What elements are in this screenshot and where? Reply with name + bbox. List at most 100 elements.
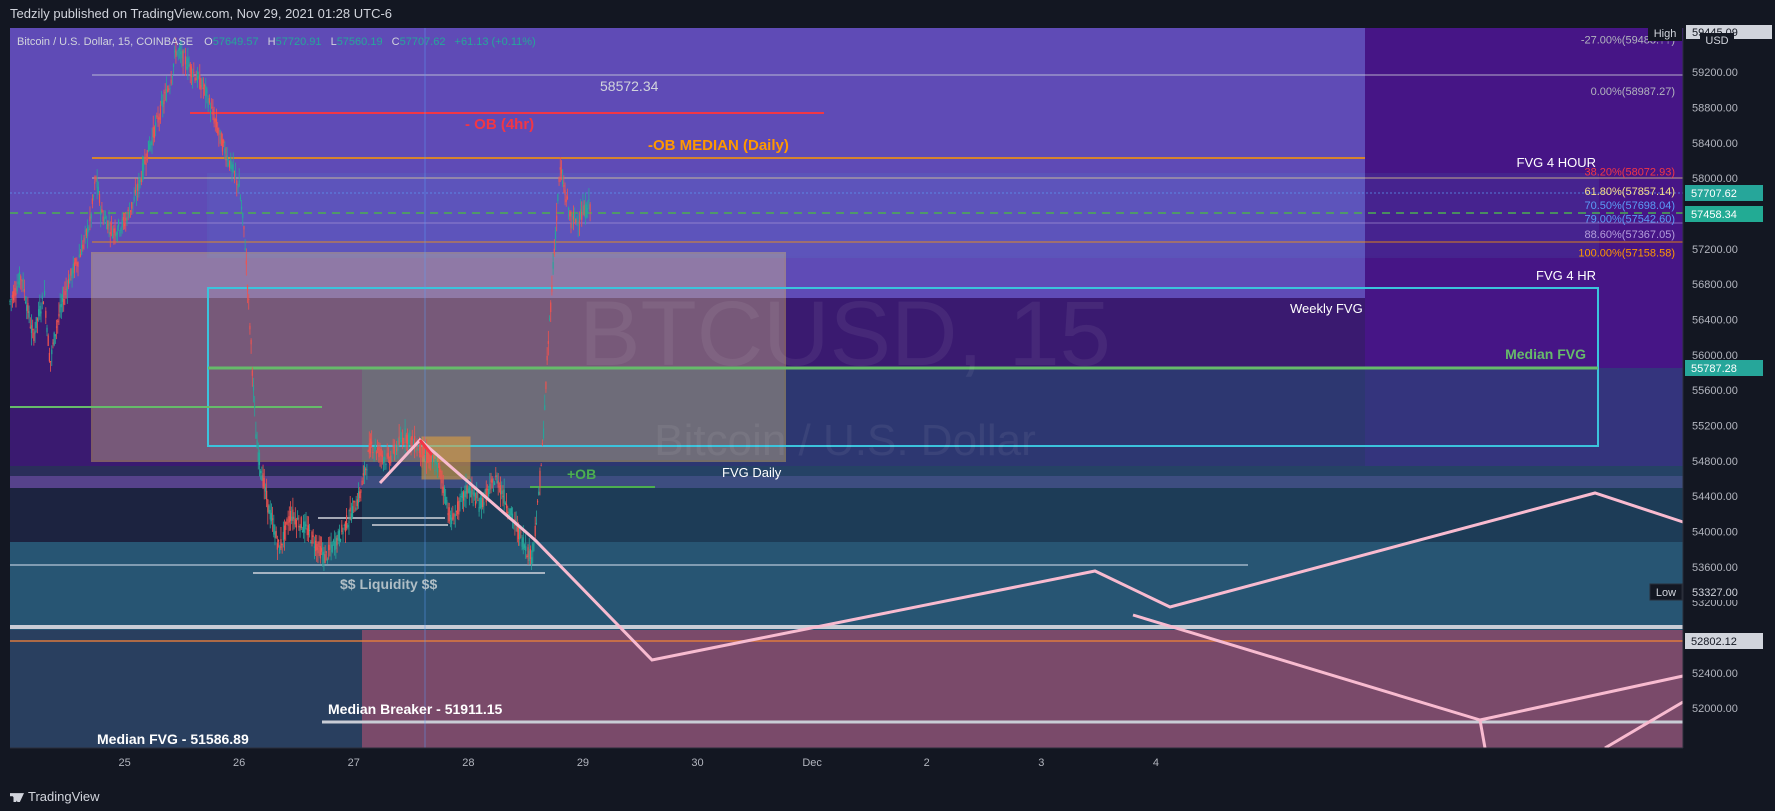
candle-body [261, 475, 263, 481]
candle-body [175, 49, 177, 57]
time-axis[interactable] [0, 748, 1775, 783]
candle-body [121, 219, 123, 228]
candle-body [439, 465, 441, 473]
label-ob-4hr: - OB (4hr) [465, 116, 534, 133]
candle-body [371, 441, 373, 444]
candle-body [63, 298, 65, 305]
candle-body [394, 450, 397, 456]
candle-body [529, 549, 532, 559]
candle-body [421, 455, 423, 458]
candle-body [385, 464, 387, 466]
candle-body [264, 486, 267, 492]
candle-body [440, 470, 442, 480]
candle-body [82, 244, 84, 249]
candle-body [96, 178, 98, 188]
candle-body [160, 100, 163, 104]
candle-body [473, 492, 475, 497]
price-chart[interactable]: BTCUSD, 15 Bitcoin / U.S. Dollar Bitcoin… [0, 0, 1775, 811]
candle-body [482, 498, 484, 508]
candle-body [22, 278, 24, 289]
candle-body [23, 289, 25, 293]
candle-body [47, 335, 49, 346]
watermark-ticker: BTCUSD, 15 [579, 283, 1111, 385]
candle-body [443, 487, 446, 497]
candle-body [582, 205, 584, 215]
candle-body [29, 326, 31, 328]
candle-body [193, 72, 195, 74]
candle-body [254, 406, 256, 408]
candle-body [280, 538, 282, 549]
candle-body [147, 140, 150, 153]
candle-body [113, 228, 115, 233]
candle-body [143, 159, 145, 171]
price-tick-label: 55600.00 [1692, 385, 1738, 397]
candle-body [556, 215, 558, 221]
candle-body [9, 300, 11, 303]
candle-body [192, 74, 194, 78]
candle-body [539, 470, 541, 487]
candle-body [145, 163, 147, 165]
candle-body [104, 216, 107, 219]
candle-body [579, 209, 582, 220]
candle-body [521, 538, 523, 547]
candle-body [215, 119, 218, 128]
candle-body [480, 497, 483, 508]
candle-body [289, 510, 292, 521]
candle-body [150, 141, 152, 146]
candle-body [169, 87, 171, 89]
candle-body [55, 326, 58, 328]
candle-body [334, 541, 336, 551]
candle-body [338, 530, 341, 542]
candle-body [140, 177, 142, 183]
candle-body [564, 189, 566, 195]
candle-body [255, 434, 257, 439]
candle-body [144, 159, 146, 164]
candle-body [102, 216, 104, 222]
candle-body [103, 217, 105, 222]
candle-body [427, 459, 429, 463]
candle-body [489, 483, 491, 490]
candle-body [447, 513, 449, 516]
candle-body [165, 88, 167, 101]
candle-body [205, 85, 207, 97]
candle-body [246, 285, 249, 292]
price-tick-label: 57200.00 [1692, 244, 1738, 256]
candle-body [232, 164, 234, 173]
legend-l-value: 57560.19 [337, 36, 383, 48]
fib-label: 0.00%(58987.27) [1591, 86, 1675, 98]
candle-body [538, 491, 540, 495]
candle-body [436, 462, 438, 473]
candle-body [125, 217, 127, 221]
ohlc-legend: Bitcoin / U.S. Dollar, 15, COINBASE O576… [17, 36, 536, 48]
candle-body [108, 222, 110, 227]
candle-body [153, 127, 156, 139]
candle-body [26, 305, 28, 311]
candle-body [214, 118, 216, 122]
candle-body [231, 165, 233, 169]
candle-body [409, 432, 411, 438]
time-tick-label: Dec [802, 757, 822, 769]
tradingview-logo[interactable]: TradingView [10, 789, 100, 804]
candle-body [457, 501, 459, 514]
candle-body [392, 445, 394, 447]
candle-body [410, 438, 412, 447]
candle-body [314, 540, 317, 552]
candle-body [92, 195, 95, 197]
candle-body [441, 479, 443, 484]
candle-body [464, 491, 466, 497]
candle-body [462, 491, 465, 501]
price-tick-label: 53600.00 [1692, 562, 1738, 574]
candle-body [203, 84, 206, 87]
candle-body [187, 58, 189, 70]
candle-body [52, 342, 54, 344]
fib-label: 79.00%(57542.60) [1584, 214, 1675, 226]
price-tick-label: 56400.00 [1692, 315, 1738, 327]
candle-body [391, 456, 393, 458]
candle-body [162, 101, 164, 108]
candle-body [362, 473, 364, 476]
candle-body [367, 450, 369, 452]
candle-body [24, 301, 27, 304]
candle-body [42, 301, 45, 305]
candle-body [328, 544, 330, 551]
candle-body [225, 156, 227, 161]
